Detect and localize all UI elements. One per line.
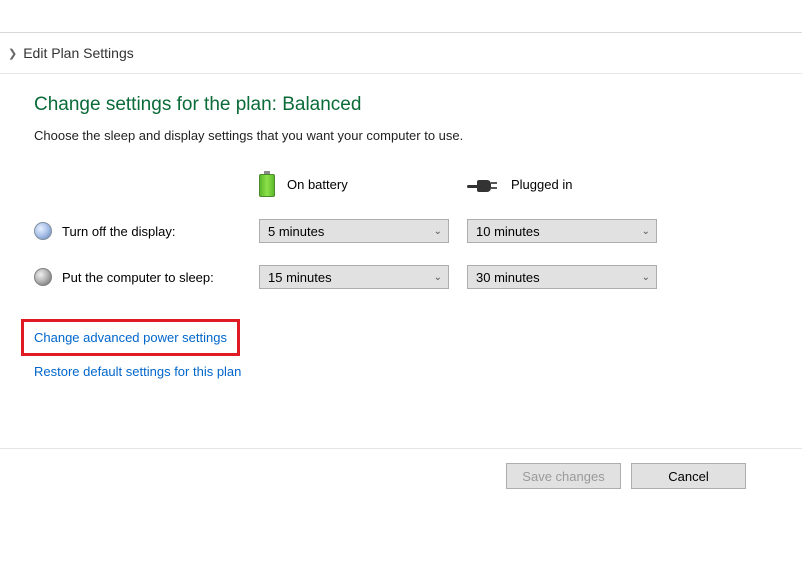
sleep-plugged-value: 30 minutes xyxy=(476,270,540,285)
restore-defaults-link[interactable]: Restore default settings for this plan xyxy=(34,364,241,379)
sleep-setting-row: Put the computer to sleep: 15 minutes ⌄ … xyxy=(34,265,802,289)
breadcrumb-text: Edit Plan Settings xyxy=(23,45,134,61)
advanced-power-settings-link[interactable]: Change advanced power settings xyxy=(34,330,227,345)
breadcrumb[interactable]: ❯ Edit Plan Settings xyxy=(0,33,802,74)
display-setting-row: Turn off the display: 5 minutes ⌄ 10 min… xyxy=(34,219,802,243)
main-content: Change settings for the plan: Balanced C… xyxy=(0,74,802,397)
page-subtitle: Choose the sleep and display settings th… xyxy=(34,128,802,143)
sleep-icon xyxy=(34,268,52,286)
sleep-battery-value: 15 minutes xyxy=(268,270,332,285)
display-battery-value: 5 minutes xyxy=(268,224,324,239)
display-icon xyxy=(34,222,52,240)
sleep-label-text: Put the computer to sleep: xyxy=(62,270,214,285)
sleep-setting-label: Put the computer to sleep: xyxy=(34,268,259,286)
battery-column-header: On battery xyxy=(259,171,457,197)
sleep-battery-select[interactable]: 15 minutes ⌄ xyxy=(259,265,449,289)
battery-icon xyxy=(259,171,275,197)
chevron-down-icon: ⌄ xyxy=(642,272,650,283)
footer-buttons: Save changes Cancel xyxy=(0,448,802,489)
save-changes-button[interactable]: Save changes xyxy=(506,463,621,489)
display-plugged-select[interactable]: 10 minutes ⌄ xyxy=(467,219,657,243)
display-setting-label: Turn off the display: xyxy=(34,222,259,240)
plug-icon xyxy=(467,176,499,192)
sleep-plugged-select[interactable]: 30 minutes ⌄ xyxy=(467,265,657,289)
plugged-label: Plugged in xyxy=(511,177,572,192)
chevron-down-icon: ⌄ xyxy=(434,226,442,237)
column-headers: On battery Plugged in xyxy=(34,171,802,197)
chevron-down-icon: ⌄ xyxy=(434,272,442,283)
chevron-right-icon: ❯ xyxy=(8,47,17,60)
chevron-down-icon: ⌄ xyxy=(642,226,650,237)
display-battery-select[interactable]: 5 minutes ⌄ xyxy=(259,219,449,243)
display-label-text: Turn off the display: xyxy=(62,224,175,239)
battery-label: On battery xyxy=(287,177,348,192)
highlight-annotation: Change advanced power settings xyxy=(21,319,240,356)
plugged-column-header: Plugged in xyxy=(467,176,665,192)
cancel-button[interactable]: Cancel xyxy=(631,463,746,489)
links-block: Change advanced power settings Restore d… xyxy=(34,319,802,397)
page-title: Change settings for the plan: Balanced xyxy=(34,94,802,116)
display-plugged-value: 10 minutes xyxy=(476,224,540,239)
